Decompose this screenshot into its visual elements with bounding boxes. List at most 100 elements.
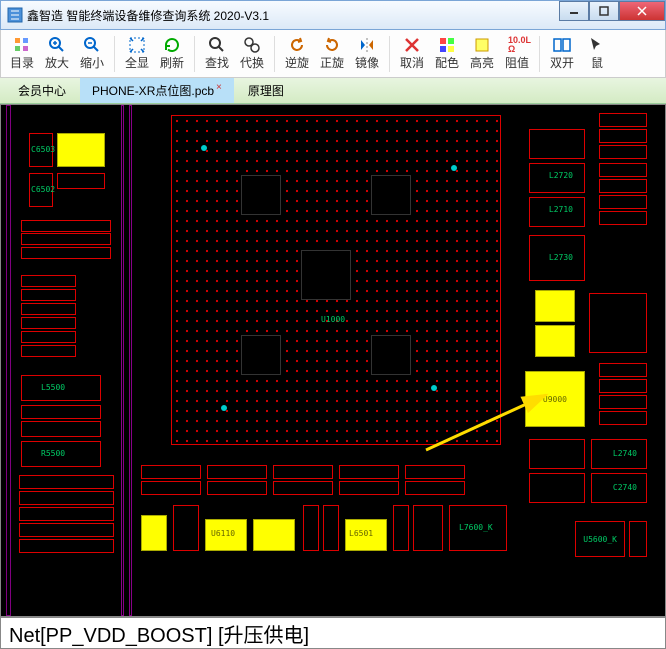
rotate-cw-button[interactable]: 正旋 — [315, 32, 349, 76]
pcb-component[interactable] — [57, 173, 105, 189]
refdes-label: L2730 — [549, 253, 573, 262]
pcb-component[interactable] — [207, 465, 267, 479]
close-button[interactable] — [619, 1, 665, 21]
pcb-component[interactable] — [405, 481, 465, 495]
refdes-label: L7600_K — [459, 523, 493, 532]
app-icon — [7, 7, 23, 23]
rotate-ccw-button[interactable]: 逆旋 — [280, 32, 314, 76]
refdes-label: L2720 — [549, 171, 573, 180]
resistance-button[interactable]: 10.0LΩ阻值 — [500, 32, 534, 76]
pcb-component-highlighted[interactable] — [535, 290, 575, 322]
pcb-component[interactable] — [21, 275, 76, 287]
pcb-component[interactable] — [529, 473, 585, 503]
toolbar-label: 镜像 — [355, 54, 379, 71]
board-outline — [129, 105, 132, 616]
refdes-label: L2710 — [549, 205, 573, 214]
pcb-component[interactable] — [141, 481, 201, 495]
tab-pcb-file[interactable]: PHONE-XR点位图.pcb× — [80, 78, 234, 103]
toolbar-label: 缩小 — [80, 54, 104, 71]
highlight-button[interactable]: 高亮 — [465, 32, 499, 76]
dual-open-button[interactable]: 双开 — [545, 32, 579, 76]
pcb-component[interactable] — [529, 439, 585, 469]
pcb-component[interactable] — [273, 465, 333, 479]
find-button[interactable]: 查找 — [200, 32, 234, 76]
zoom-in-button[interactable]: 放大 — [40, 32, 74, 76]
pcb-component[interactable] — [21, 247, 111, 259]
catalog-button[interactable]: 目录 — [5, 32, 39, 76]
refresh-button[interactable]: 刷新 — [155, 32, 189, 76]
pcb-component[interactable] — [323, 505, 339, 551]
pcb-component[interactable] — [599, 411, 647, 425]
pcb-component-highlighted[interactable] — [253, 519, 295, 551]
pcb-component[interactable] — [21, 233, 111, 245]
pcb-component-highlighted[interactable] — [535, 325, 575, 357]
board-outline — [6, 105, 11, 616]
tab-label: 会员中心 — [18, 84, 66, 98]
pcb-component[interactable] — [21, 405, 101, 419]
mirror-button[interactable]: 镜像 — [350, 32, 384, 76]
pcb-component-highlighted[interactable] — [57, 133, 105, 167]
pcb-component[interactable] — [529, 129, 585, 159]
refdes-label: L6501 — [349, 529, 373, 538]
pcb-component[interactable] — [21, 303, 76, 315]
pcb-component[interactable] — [19, 507, 114, 521]
pcb-component[interactable] — [173, 505, 199, 551]
pcb-component[interactable] — [19, 491, 114, 505]
zoom-out-button[interactable]: 缩小 — [75, 32, 109, 76]
toolbar-label: 目录 — [10, 54, 34, 71]
pcb-component[interactable] — [589, 293, 647, 353]
bga-cutout — [241, 335, 281, 375]
pcb-component[interactable] — [21, 345, 76, 357]
pcb-component[interactable] — [599, 129, 647, 143]
pcb-component[interactable] — [21, 331, 76, 343]
pcb-component-highlighted[interactable] — [141, 515, 167, 551]
window-titlebar: 鑫智造 智能终端设备维修查询系统 2020-V3.1 — [0, 0, 666, 30]
toolbar-label: 刷新 — [160, 54, 184, 71]
pcb-component[interactable] — [19, 539, 114, 553]
board-outline — [121, 105, 124, 616]
pcb-component[interactable] — [599, 363, 647, 377]
fullscreen-button[interactable]: 全显 — [120, 32, 154, 76]
pcb-component[interactable] — [599, 195, 647, 209]
bga-cutout — [241, 175, 281, 215]
minimize-button[interactable] — [559, 1, 589, 21]
mouse-button[interactable]: 鼠 — [580, 32, 614, 76]
resistance-icon: 10.0LΩ — [508, 36, 526, 54]
pcb-component[interactable] — [21, 289, 76, 301]
pcb-component[interactable] — [339, 465, 399, 479]
pcb-component[interactable] — [599, 211, 647, 225]
bga-cutout — [301, 250, 351, 300]
pcb-component[interactable] — [599, 395, 647, 409]
pcb-component[interactable] — [405, 465, 465, 479]
pcb-component[interactable] — [599, 163, 647, 177]
tab-label: 原理图 — [248, 84, 284, 98]
pcb-component[interactable] — [413, 505, 443, 551]
tab-close-icon[interactable]: × — [216, 82, 222, 93]
pcb-viewport[interactable]: C6503 C6502 L5500 R5500 — [0, 104, 666, 617]
pcb-component[interactable] — [21, 317, 76, 329]
color-button[interactable]: 配色 — [430, 32, 464, 76]
pcb-component[interactable] — [19, 523, 114, 537]
pcb-component[interactable] — [273, 481, 333, 495]
pcb-component[interactable] — [599, 379, 647, 393]
maximize-button[interactable] — [589, 1, 619, 21]
pcb-component[interactable] — [599, 145, 647, 159]
tab-schematic[interactable]: 原理图 — [236, 78, 296, 103]
pcb-component[interactable] — [303, 505, 319, 551]
toolbar-label: 鼠 — [591, 54, 603, 71]
cancel-button[interactable]: 取消 — [395, 32, 429, 76]
pcb-component[interactable] — [207, 481, 267, 495]
refdes-label: R5500 — [41, 449, 65, 458]
pcb-component[interactable] — [19, 475, 114, 489]
pcb-component[interactable] — [393, 505, 409, 551]
pcb-component[interactable] — [21, 220, 111, 232]
pcb-component[interactable] — [629, 521, 647, 557]
pcb-component[interactable] — [141, 465, 201, 479]
tab-member-center[interactable]: 会员中心 — [6, 78, 78, 103]
pcb-component[interactable] — [599, 113, 647, 127]
pcb-component[interactable] — [599, 179, 647, 193]
pcb-component[interactable] — [21, 421, 101, 437]
replace-button[interactable]: 代换 — [235, 32, 269, 76]
pcb-component[interactable] — [339, 481, 399, 495]
refdes-label: U9000 — [543, 395, 567, 404]
